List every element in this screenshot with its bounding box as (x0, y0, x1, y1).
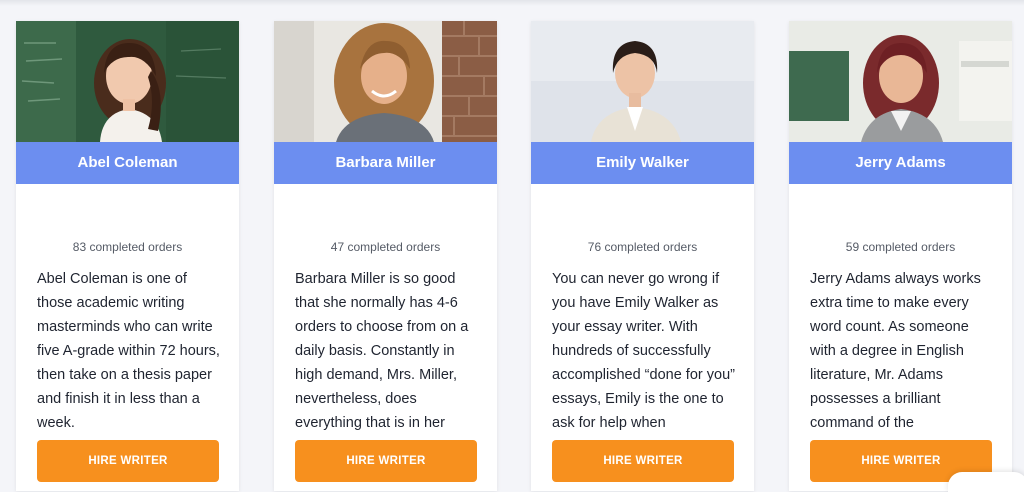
writer-photo (274, 21, 497, 142)
writer-bio: You can never go wrong if you have Emily… (552, 271, 735, 431)
hire-writer-button[interactable]: HIRE WRITER (295, 440, 477, 482)
writer-card: Emily Walker 76 completed orders You can… (531, 21, 754, 491)
writer-bio: Barbara Miller is so good that she norma… (295, 271, 469, 431)
chat-widget-tab[interactable] (948, 472, 1024, 492)
writer-card: Jerry Adams 59 completed orders Jerry Ad… (789, 21, 1012, 491)
writer-name: Emily Walker (531, 142, 754, 184)
completed-orders: 83 completed orders (72, 240, 183, 254)
writer-name: Jerry Adams (789, 142, 1012, 184)
writer-name: Barbara Miller (274, 142, 497, 184)
writer-photo (16, 21, 239, 142)
writer-name: Abel Coleman (16, 142, 239, 184)
writer-card: Barbara Miller 47 completed orders Barba… (274, 21, 497, 491)
writer-bio: Abel Coleman is one of those academic wr… (37, 271, 220, 431)
completed-orders: 59 completed orders (845, 240, 956, 254)
completed-orders: 76 completed orders (587, 240, 698, 254)
hire-writer-button[interactable]: HIRE WRITER (37, 440, 219, 482)
writer-photo (789, 21, 1012, 142)
hire-writer-button[interactable]: HIRE WRITER (552, 440, 734, 482)
writer-card: Abel Coleman 83 completed orders Abel Co… (16, 21, 239, 491)
completed-orders: 47 completed orders (330, 240, 441, 254)
writer-photo (531, 21, 754, 142)
writer-cards: Abel Coleman 83 completed orders Abel Co… (0, 0, 1024, 491)
writer-bio: Jerry Adams always works extra time to m… (810, 271, 981, 431)
